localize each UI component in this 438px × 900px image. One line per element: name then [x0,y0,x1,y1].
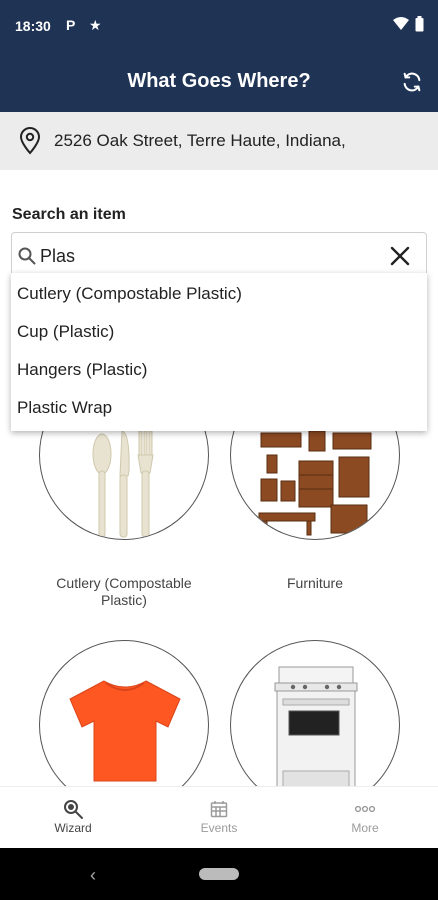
tile-label-cutlery: Cutlery (Compostable Plastic) [56,575,192,608]
back-icon[interactable]: ‹ [90,865,96,886]
more-dots-icon [354,805,376,813]
suggestion-dropdown: Cutlery (Compostable Plastic) Cup (Plast… [11,273,427,431]
refresh-icon [403,72,421,92]
nav-label-wizard: Wizard [54,821,92,835]
star-notification-icon: ★ [89,17,102,33]
app-bar: What Goes Where? [0,52,438,112]
tshirt-image [69,680,181,782]
search-input[interactable] [40,241,370,271]
status-time: 18:30 [15,18,51,34]
app-title: What Goes Where? [127,70,311,92]
parking-notification-icon: P [66,17,76,33]
bottom-navigation: Wizard Events More [0,786,438,848]
location-pin-icon [19,127,41,155]
search-label: Search an item [12,206,126,223]
suggestion-item[interactable]: Cutlery (Compostable Plastic) [11,277,427,315]
status-bar: 18:30 P ★ [0,0,438,52]
status-icons [393,16,424,32]
search-box [11,232,427,278]
nav-label-events: Events [200,821,238,835]
suggestion-item[interactable]: Hangers (Plastic) [11,353,427,391]
wizard-search-icon [64,800,83,819]
suggestion-item[interactable]: Plastic Wrap [11,391,427,429]
search-icon [18,247,36,265]
system-navigation-bar: ‹ [0,848,438,900]
nav-item-more[interactable]: More [310,797,420,835]
calendar-icon [210,801,228,818]
tile-image-circle [230,640,400,810]
item-tile-appliance[interactable] [230,640,400,810]
stove-image [274,666,358,796]
tile-image-circle [39,640,209,810]
item-tile-clothing[interactable] [39,640,209,810]
battery-icon [415,16,424,32]
location-address: 2526 Oak Street, Terre Haute, Indiana, [54,131,346,150]
home-pill[interactable] [199,868,239,880]
nav-item-wizard[interactable]: Wizard [18,797,128,835]
clear-search-icon[interactable] [388,244,412,268]
wifi-icon [393,17,409,30]
nav-item-events[interactable]: Events [164,797,274,835]
suggestion-item[interactable]: Cup (Plastic) [11,315,427,353]
refresh-button[interactable] [398,68,426,96]
nav-label-more: More [351,821,379,835]
location-bar[interactable]: 2526 Oak Street, Terre Haute, Indiana, [0,112,438,170]
tile-label-furniture: Furniture [286,575,344,591]
